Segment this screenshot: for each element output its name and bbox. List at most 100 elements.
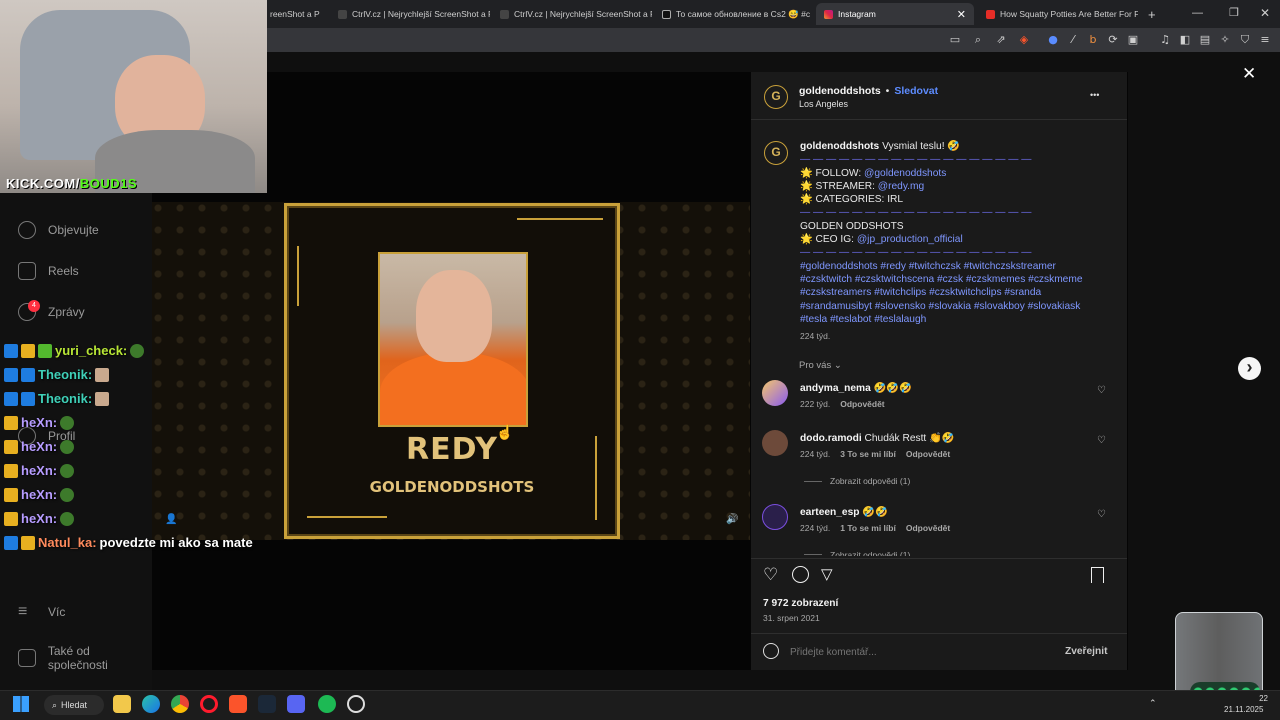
dot-separator: •: [885, 85, 890, 97]
sidebar-item-also-from-meta[interactable]: Také od společnosti: [18, 644, 152, 672]
leo-icon[interactable]: ✧: [1218, 33, 1232, 47]
avatar[interactable]: [762, 380, 788, 406]
hashtag-line[interactable]: #goldenoddshots #redy #twitchczsk #twitc…: [800, 260, 1100, 273]
file-explorer-icon[interactable]: [113, 695, 131, 713]
close-tab-icon[interactable]: ✕: [957, 8, 966, 21]
for-you-dropdown[interactable]: Pro vás ⌄: [799, 360, 842, 371]
clock-date[interactable]: 21.11.2025: [1224, 705, 1263, 714]
spotify-icon[interactable]: [318, 695, 336, 713]
extension-icon[interactable]: ●: [1046, 33, 1060, 47]
brave-icon[interactable]: [229, 695, 247, 713]
chevron-up-icon[interactable]: ⌃: [1149, 698, 1157, 709]
follow-button[interactable]: Sledovat: [894, 85, 938, 97]
new-tab-button[interactable]: +: [1140, 3, 1162, 25]
hashtag-line[interactable]: #tesla #teslabot #teslalaugh: [800, 313, 1100, 326]
opera-gx-icon[interactable]: [200, 695, 218, 713]
tab-ctrlv-2[interactable]: CtrlV.cz | Nejrychlejší ScreenShot a P: [330, 3, 490, 25]
hashtag-line[interactable]: #srandamusibyt #slovensko #slovakia #slo…: [800, 300, 1100, 313]
next-post-button[interactable]: ›: [1238, 357, 1261, 380]
bookmark-icon[interactable]: [1091, 567, 1104, 583]
tab-ctrlv-3[interactable]: CtrlV.cz | Nejrychlejší ScreenShot a P: [492, 3, 652, 25]
obs-icon[interactable]: [347, 695, 365, 713]
tab-label: CtrlV.cz | Nejrychlejší ScreenShot a P: [352, 9, 490, 19]
heart-icon[interactable]: ♡: [1097, 435, 1106, 446]
chat-message: heXn:: [4, 439, 75, 454]
comment-username[interactable]: andyma_nema: [800, 383, 871, 394]
hashtag-line[interactable]: #czskstreamers #twitchclips #czsktwitchc…: [800, 286, 1100, 299]
show-replies-button[interactable]: Zobrazit odpovědi (1): [804, 476, 910, 486]
badge-icon: [4, 535, 18, 550]
sidebar-item-more[interactable]: ≡ Víc: [18, 603, 65, 621]
comment-text: 🤣🤣: [862, 507, 888, 518]
comment-age: 224 týd.: [800, 523, 831, 533]
mention-link[interactable]: @redy.mg: [878, 181, 924, 192]
reply-button[interactable]: Odpovědět: [906, 523, 950, 533]
extension-icon[interactable]: b: [1086, 33, 1100, 47]
maximize-icon[interactable]: ❐: [1229, 6, 1239, 19]
chat-message: Theonik:: [4, 367, 110, 382]
show-replies-button[interactable]: Zobrazit odpovědi (1): [804, 550, 910, 556]
more-options-button[interactable]: •••: [1090, 90, 1099, 100]
extension-icon[interactable]: ▣: [1126, 33, 1140, 47]
post-location[interactable]: Los Angeles: [799, 99, 848, 109]
comment-icon[interactable]: [792, 566, 809, 583]
reply-button[interactable]: Odpovědět: [906, 449, 950, 459]
avatar[interactable]: G: [764, 141, 788, 165]
extension-icon[interactable]: ⟳: [1106, 33, 1120, 47]
clock-time[interactable]: 22: [1228, 694, 1268, 703]
chat-username: Natul_ka:: [38, 535, 97, 550]
sidebar-icon[interactable]: ◧: [1178, 33, 1192, 47]
hashtag-line[interactable]: #czsktwitch #czsktwitchscena #czsk #czsk…: [800, 273, 1100, 286]
emoji-icon[interactable]: [763, 643, 779, 659]
caption-age: 224 týd.: [800, 331, 831, 342]
share-icon[interactable]: ▽: [821, 565, 833, 583]
share-icon[interactable]: ⇗: [994, 33, 1008, 47]
reply-button[interactable]: Odpovědět: [840, 399, 884, 409]
tagged-user-icon[interactable]: 👤: [165, 514, 177, 525]
vpn-icon[interactable]: ⛉: [1238, 33, 1252, 47]
tab-youtube[interactable]: How Squatty Potties Are Better For F: [978, 3, 1138, 25]
comment-input[interactable]: [790, 644, 1050, 660]
screen-icon[interactable]: ▭: [948, 33, 962, 47]
brave-shield-icon[interactable]: ◈: [1017, 33, 1031, 47]
tab-instagram[interactable]: Instagram ✕: [816, 3, 974, 25]
minimize-icon[interactable]: —: [1192, 7, 1203, 19]
mention-link[interactable]: @jp_production_official: [857, 234, 963, 245]
frame-decoration: [307, 516, 387, 518]
comment-username[interactable]: earteen_esp: [800, 507, 859, 518]
music-icon[interactable]: ♫: [1158, 33, 1172, 47]
avatar[interactable]: [762, 430, 788, 456]
close-modal-button[interactable]: ✕: [1242, 64, 1256, 84]
likes-count[interactable]: 1 To se mi líbí: [840, 523, 896, 533]
close-window-icon[interactable]: ✕: [1260, 6, 1270, 20]
comment-username[interactable]: dodo.ramodi: [800, 433, 862, 444]
wallet-icon[interactable]: ▤: [1198, 33, 1212, 47]
steam-icon[interactable]: [258, 695, 276, 713]
post-username[interactable]: goldenoddshots: [799, 85, 881, 97]
mention-link[interactable]: @goldenoddshots: [864, 168, 946, 179]
discord-icon[interactable]: [287, 695, 305, 713]
taskbar-search[interactable]: ⌕ Hledat: [44, 695, 104, 715]
comment-item: earteen_esp 🤣🤣 224 týd. 1 To se mi líbí Od…: [762, 504, 1112, 544]
tab-ctrlv-1[interactable]: reenShot a P: [262, 3, 320, 25]
crown-icon: [21, 535, 35, 550]
zoom-icon[interactable]: ⌕: [971, 33, 985, 47]
heart-icon[interactable]: ♡: [1097, 385, 1106, 396]
menu-icon[interactable]: ≡: [1258, 33, 1272, 47]
caption-golden: GOLDEN ODDSHOTS: [800, 220, 904, 232]
chrome-icon[interactable]: [171, 695, 189, 713]
avatar[interactable]: G: [764, 85, 788, 109]
sidebar-item-reels[interactable]: Reels: [18, 262, 79, 280]
heart-icon[interactable]: ♡: [1097, 509, 1106, 520]
likes-count[interactable]: 3 To se mi líbí: [840, 449, 896, 459]
edge-icon[interactable]: [142, 695, 160, 713]
extension-icon[interactable]: ⁄: [1066, 33, 1080, 47]
sound-icon[interactable]: 🔊: [726, 514, 738, 525]
like-heart-icon[interactable]: ♡: [763, 565, 778, 585]
sidebar-item-explore[interactable]: Objevujte: [18, 221, 99, 239]
windows-start-icon[interactable]: [13, 696, 29, 712]
avatar[interactable]: [762, 504, 788, 530]
publish-button[interactable]: Zveřejnit: [1065, 646, 1107, 657]
tab-tiktok[interactable]: То самое обновление в Cs2 😅 #c: [654, 3, 814, 25]
caption-username[interactable]: goldenoddshots: [800, 141, 879, 152]
